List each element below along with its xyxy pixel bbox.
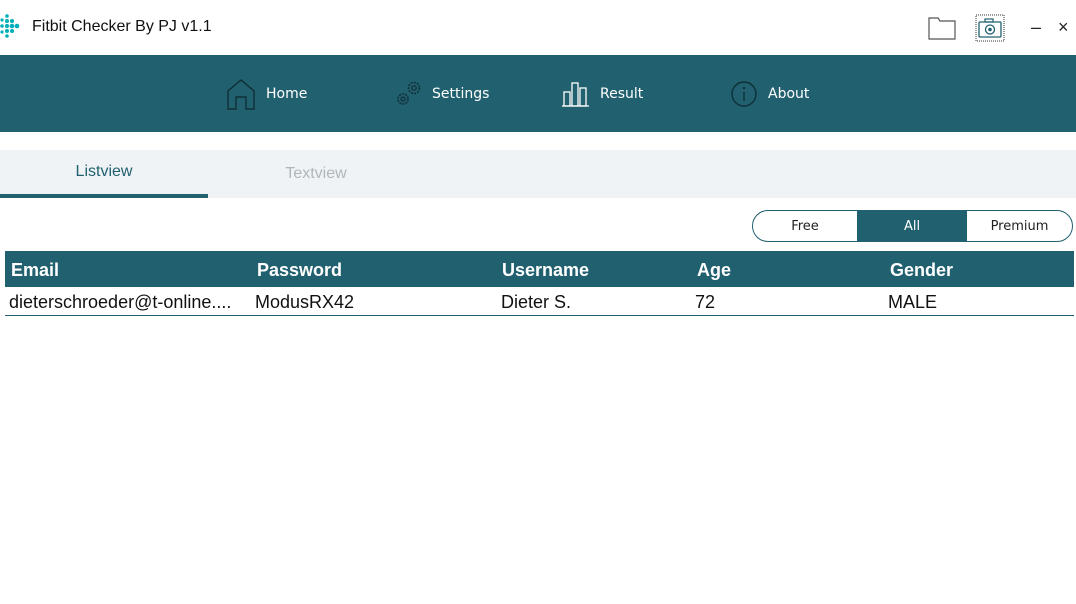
bar-chart-icon [562,81,589,107]
folder-icon[interactable] [927,14,957,42]
info-icon [731,80,757,107]
gears-icon [397,81,421,105]
column-header-username[interactable]: Username [502,251,692,287]
nav-item-result[interactable]: Result [562,55,643,132]
nav-item-about[interactable]: About [730,55,809,132]
camera-icon[interactable] [975,14,1005,42]
nav-bar: Home Settings Result About [0,55,1076,132]
fitbit-logo-icon [0,14,20,38]
nav-label-settings: Settings [432,85,490,102]
minimize-button[interactable]: – [1024,10,1048,44]
table-header: Email Password Username Age Gender [5,251,1074,287]
app-title: Fitbit Checker By PJ v1.1 [32,18,212,35]
filter-free-button[interactable]: Free [753,211,858,241]
nav-label-about: About [768,85,810,102]
cell-email: dieterschroeder@t-online.... [9,292,232,312]
column-header-email[interactable]: Email [11,251,251,287]
title-bar: Fitbit Checker By PJ v1.1 – × [0,0,1076,55]
nav-item-settings[interactable]: Settings [394,55,489,132]
cell-gender: MALE [888,292,938,312]
nav-item-home[interactable]: Home [226,55,307,132]
view-tabs: Listview Textview [0,150,1076,198]
account-type-filter: Free All Premium [752,210,1073,242]
column-header-password[interactable]: Password [257,251,497,287]
tab-textview[interactable]: Textview [212,150,420,198]
cell-password: ModusRX42 [255,292,355,312]
close-button[interactable]: × [1058,10,1076,44]
cell-age: 72 [695,292,716,312]
filter-premium-button[interactable]: Premium [966,211,1072,241]
nav-label-home: Home [266,85,308,102]
home-icon [227,78,255,110]
column-header-age[interactable]: Age [697,251,887,287]
tab-listview[interactable]: Listview [0,150,208,198]
cell-username: Dieter S. [501,292,572,312]
table-row[interactable]: dieterschroeder@t-online.... ModusRX42 D… [5,287,1074,316]
column-header-gender[interactable]: Gender [890,251,1070,287]
results-table: Email Password Username Age Gender diete… [5,251,1074,316]
filter-all-button[interactable]: All [858,211,966,241]
nav-label-result: Result [600,85,644,102]
